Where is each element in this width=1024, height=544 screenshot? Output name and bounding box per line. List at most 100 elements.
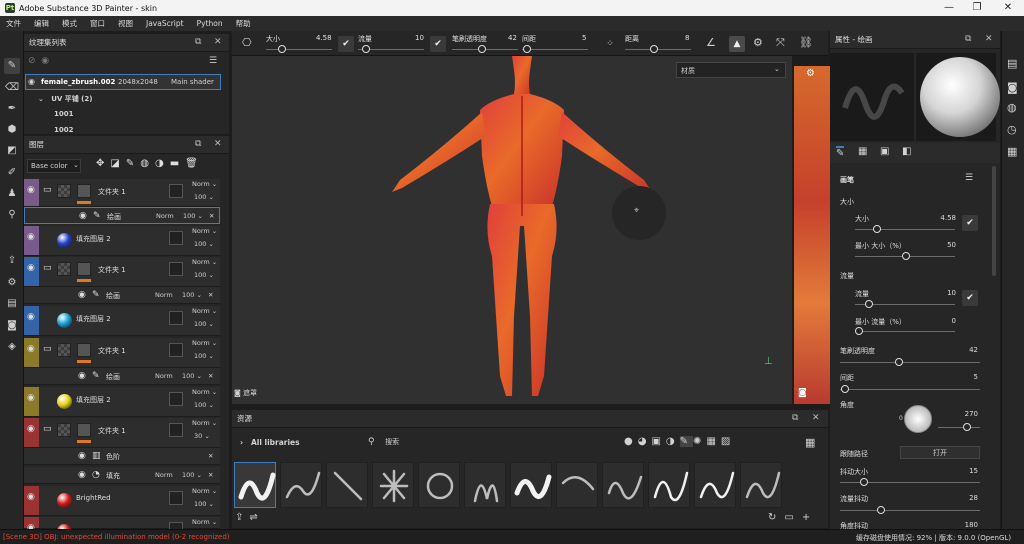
close-panel-icon[interactable]: ✕ <box>985 34 993 44</box>
smudge-icon[interactable]: ✐ <box>4 165 20 181</box>
uv-tile-1002[interactable]: 1002 <box>54 126 73 132</box>
brush-thumbnail[interactable] <box>510 462 552 508</box>
layer-name[interactable]: 绘画 <box>106 372 120 382</box>
mask-filter-icon[interactable]: ◑ <box>666 436 680 447</box>
eye-icon[interactable]: ◉ <box>27 424 35 434</box>
flow-slider[interactable] <box>865 300 873 308</box>
layer-opacity[interactable]: 100 ⌄ <box>194 240 214 248</box>
camera-icon[interactable]: ◙ <box>4 318 20 334</box>
display-settings-icon[interactable]: ◙ <box>1007 81 1018 94</box>
layer-row[interactable]: ◉ ▥ 色阶 ✕ <box>24 448 220 465</box>
layer-mask-slot[interactable] <box>169 423 183 437</box>
smart-material-filter-icon[interactable]: ◕ <box>638 436 652 447</box>
angle-icon[interactable]: ∠ <box>706 36 716 49</box>
layer-name[interactable]: 文件夹 1 <box>98 187 126 197</box>
brush-thumbnail[interactable] <box>602 462 644 508</box>
remove-effect-icon[interactable]: ✕ <box>208 471 213 479</box>
layer-row[interactable]: ◉ 填充图层 2 Norm ⌄ 100 ⌄ <box>24 387 220 417</box>
brush-opacity-slider[interactable] <box>895 358 903 366</box>
layer-row[interactable]: ◉ ✎ 绘画 Norm 100 ⌄ ✕ <box>24 287 220 304</box>
layer-name[interactable]: 绘画 <box>106 291 120 301</box>
bake-icon[interactable]: ⚙ <box>4 275 20 291</box>
layer-mask-slot[interactable] <box>169 491 183 505</box>
layer-mask-slot[interactable] <box>169 262 183 276</box>
grid-view-icon[interactable]: ▦ <box>805 436 815 449</box>
layer-opacity[interactable]: 30 ⌄ <box>194 432 210 440</box>
unlink-icon[interactable]: ⛓ <box>799 36 813 49</box>
min-size-slider[interactable] <box>902 252 910 260</box>
minimize-icon[interactable]: — <box>935 0 963 16</box>
ctx-distance-slider[interactable] <box>650 45 658 53</box>
ctx-distance-value[interactable]: 8 <box>685 34 689 42</box>
add-fill-layer-icon[interactable]: ◍ <box>140 158 155 169</box>
viewport-3d[interactable]: 材质 ⌄ ⌖ ⚙ ⊥ ◙ 遮罩 ◙ <box>232 56 830 404</box>
ctx-size-slider[interactable] <box>278 45 286 53</box>
layer-row[interactable]: ◉ 填充图层 2 Norm ⌄ 100 ⌄ <box>24 226 220 256</box>
menu-icon[interactable]: ☰ <box>209 56 217 66</box>
layer-row[interactable]: ◉ 填充图层 2 Norm ⌄ 100 ⌄ <box>24 306 220 336</box>
channel-select[interactable]: Base color ⌄ <box>27 159 81 173</box>
brush-thumbnail[interactable] <box>556 462 598 508</box>
eye-icon[interactable]: ◉ <box>79 211 87 221</box>
material-select[interactable]: 材质 ⌄ <box>676 62 786 78</box>
restore-icon[interactable]: ❐ <box>963 0 991 16</box>
layer-name[interactable]: 文件夹 1 <box>98 346 126 356</box>
layer-opacity[interactable]: 100 ⌄ <box>182 372 202 380</box>
polygon-fill-icon[interactable]: ◩ <box>4 143 20 159</box>
tab-material-icon[interactable]: ◧ <box>902 146 911 157</box>
follow-path-toggle[interactable]: 打开 <box>900 446 980 459</box>
layer-blend-mode[interactable]: Norm ⌄ <box>192 227 217 235</box>
brush-thumbnail[interactable] <box>648 462 690 508</box>
asset-search[interactable]: ⚲ 搜索 <box>368 437 399 447</box>
menu-javascript[interactable]: JavaScript <box>146 19 184 28</box>
float-icon[interactable]: ⧉ <box>195 139 201 149</box>
clone-stamp-icon[interactable]: ♟ <box>4 186 20 202</box>
environment-filter-icon[interactable]: ▨ <box>721 436 735 447</box>
layer-row[interactable]: ◉ ◔ 填充 Norm 100 ⌄ ✕ <box>24 467 220 484</box>
ctx-spacing-slider[interactable] <box>523 45 531 53</box>
layer-opacity[interactable]: 100 ⌄ <box>194 500 214 508</box>
float-icon[interactable]: ⧉ <box>792 413 798 423</box>
refresh-icon[interactable]: ↻ <box>768 512 784 523</box>
brush-thumbnail[interactable] <box>372 462 414 508</box>
layer-opacity[interactable]: 100 ⌄ <box>194 401 214 409</box>
brush-thumbnail[interactable] <box>694 462 736 508</box>
size-value[interactable]: 4.58 <box>926 214 956 222</box>
tab-alpha-icon[interactable]: ▦ <box>858 146 867 157</box>
eye-icon[interactable]: ◉ <box>78 371 86 381</box>
menu-help[interactable]: 帮助 <box>236 18 251 29</box>
angle-value[interactable]: 270 <box>948 410 978 418</box>
layer-blend-mode[interactable]: Norm ⌄ <box>192 487 217 495</box>
properties-scrollbar[interactable] <box>992 166 996 276</box>
tab-brush-icon[interactable]: ✎ <box>836 146 845 159</box>
symmetry-icon[interactable]: ▲ <box>729 36 745 52</box>
eye-icon[interactable]: ◉ <box>27 263 35 273</box>
layer-name[interactable]: 文件夹 1 <box>98 265 126 275</box>
camera-icon[interactable]: ◙ <box>798 388 807 398</box>
min-size-value[interactable]: 50 <box>926 241 956 249</box>
cube-icon[interactable]: ◈ <box>4 339 20 355</box>
layer-mask-slot[interactable] <box>169 311 183 325</box>
menu-mode[interactable]: 模式 <box>62 18 77 29</box>
layer-blend-mode[interactable]: Norm ⌄ <box>192 258 217 266</box>
min-flow-value[interactable]: 0 <box>926 317 956 325</box>
filter-settings-icon[interactable]: ⇌ <box>249 512 263 523</box>
effects-icon[interactable]: ✥ <box>96 158 110 169</box>
import-icon[interactable]: ⇪ <box>235 512 249 523</box>
eye-icon[interactable]: ◉ <box>28 77 35 86</box>
material-filter-icon[interactable]: ● <box>624 436 638 447</box>
layer-blend-mode[interactable]: Norm <box>155 471 173 479</box>
size-slider[interactable] <box>873 225 881 233</box>
asset-search-input[interactable]: 搜索 <box>385 438 399 446</box>
ctx-flow-slider[interactable] <box>362 45 370 53</box>
layer-blend-mode[interactable]: Norm <box>155 291 173 299</box>
layer-row[interactable]: ◉ ✎ 绘画 Norm 100 ⌄ ✕ <box>24 368 220 385</box>
eraser-icon[interactable]: ⌫ <box>4 80 20 96</box>
layer-blend-mode[interactable]: Norm <box>155 372 173 380</box>
layer-blend-mode[interactable]: Norm ⌄ <box>192 307 217 315</box>
layer-name[interactable]: 绘画 <box>107 212 121 222</box>
layer-row[interactable]: ◉ ▭ 文件夹 1 Norm ⌄ 100 ⌄ <box>24 257 220 287</box>
layer-name[interactable]: 文件夹 1 <box>98 426 126 436</box>
log-icon[interactable]: ▦ <box>1007 145 1017 158</box>
uv-tile-1001[interactable]: 1001 <box>54 110 73 118</box>
